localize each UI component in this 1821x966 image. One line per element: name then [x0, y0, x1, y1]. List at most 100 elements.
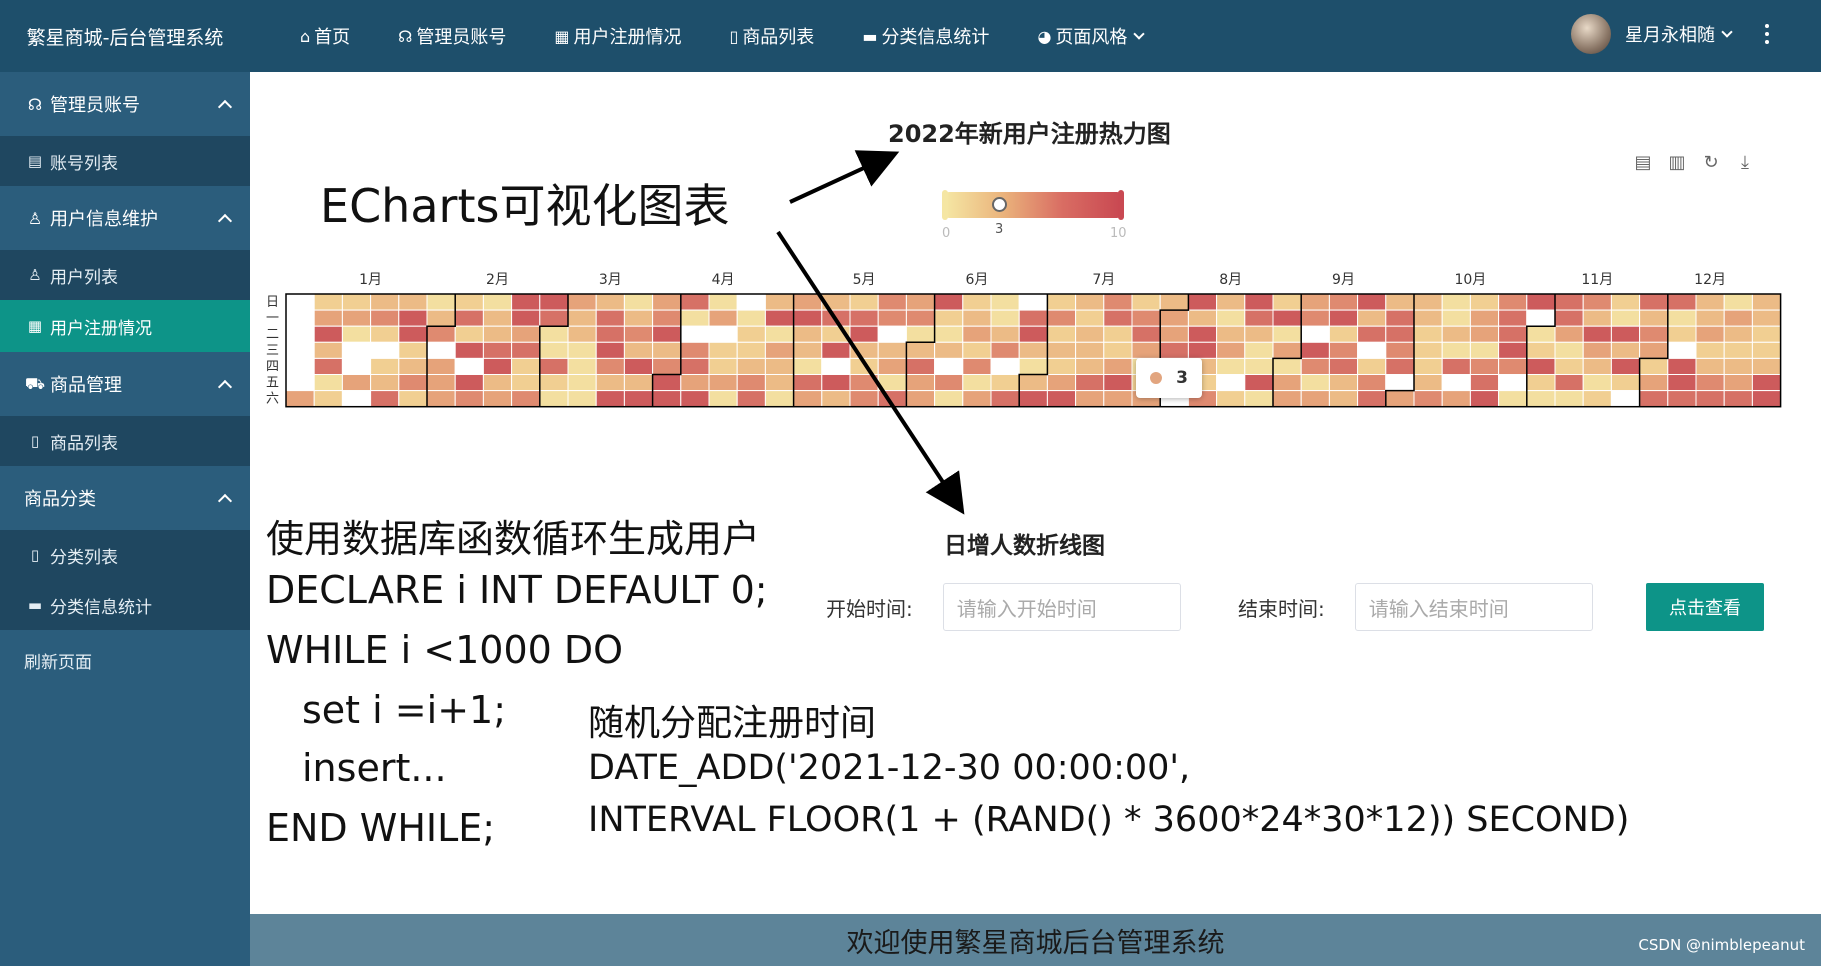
heatmap-cell [1469, 357, 1500, 376]
nav-style[interactable]: ◕ 页面风格 [1037, 23, 1146, 49]
sidebar-item-user-list[interactable]: ♙ 用户列表 [0, 250, 250, 300]
footer: 欢迎使用繁星商城后台管理系统 [250, 914, 1821, 966]
heatmap-cell [821, 293, 851, 311]
heatmap-cell [1695, 325, 1725, 343]
heatmap-cell [511, 357, 541, 376]
heatmap-cell [1300, 374, 1330, 392]
menu-head-products[interactable]: ⛟ 商品管理 [0, 352, 250, 416]
heatmap-cell [595, 293, 625, 311]
heatmap-cell [764, 325, 795, 343]
more-icon[interactable] [1765, 24, 1769, 48]
heatmap-cell [567, 309, 597, 327]
menu-head-label: 用户信息维护 [50, 209, 158, 230]
heatmap-cell [1610, 293, 1641, 311]
heatmap-cell [595, 325, 625, 343]
refresh-page-link[interactable]: 刷新页面 [0, 630, 250, 690]
weekday-label: 六 [266, 392, 279, 407]
nav-category-stats[interactable]: ▬ 分类信息统计 [862, 23, 989, 49]
heatmap-cell [511, 390, 541, 408]
heatmap-cell [1469, 341, 1500, 359]
heatmap-cell [849, 293, 879, 311]
heatmap-cell [934, 390, 964, 408]
heatmap-cell [1639, 357, 1669, 376]
heatmap-cell [1441, 341, 1471, 359]
sidebar-item-user-registration[interactable]: ▦ 用户注册情况 [0, 300, 250, 352]
heatmap-cell [1526, 374, 1556, 392]
heatmap-cell [708, 341, 738, 359]
visual-map[interactable]: 0 3 10 [940, 190, 1127, 250]
heatmap-cell [1216, 390, 1246, 408]
menu-head-category[interactable]: 商品分类 [0, 466, 250, 530]
sidebar-item-category-stats[interactable]: ▬ 分类信息统计 [0, 580, 250, 630]
heatmap-cell [1103, 293, 1133, 311]
nav-products[interactable]: ▯ 商品列表 [730, 23, 815, 49]
end-time-input[interactable]: 请输入结束时间 [1354, 583, 1593, 631]
heatmap-cell [1075, 357, 1105, 376]
watermark: CSDN @nimblepeanut [1638, 936, 1805, 954]
heatmap-cell [962, 390, 992, 408]
nav-registration[interactable]: ▦ 用户注册情况 [554, 23, 681, 49]
heatmap-cell [1046, 293, 1077, 311]
download-icon[interactable]: ⤓ [1734, 152, 1756, 174]
heatmap-cell [1751, 357, 1782, 376]
sidebar-item-label: 分类列表 [50, 547, 118, 568]
visual-map-min-label: 0 [942, 226, 951, 241]
heatmap-cell [595, 374, 625, 392]
visual-map-min-handle[interactable] [942, 190, 948, 220]
heatmap-cell [539, 374, 569, 392]
nav-admin[interactable]: ☊ 管理员账号 [398, 23, 506, 49]
view-button[interactable]: 点击查看 [1646, 583, 1764, 631]
menu-head-users[interactable]: ♙ 用户信息维护 [0, 186, 250, 250]
heatmap-cell [652, 309, 682, 327]
menu-head-admin[interactable]: ☊ 管理员账号 [0, 72, 250, 136]
heatmap-cell [1610, 390, 1641, 408]
heatmap-cell [482, 390, 513, 408]
weekday-label: 一 [266, 311, 279, 326]
heatmap-cell [511, 341, 541, 359]
heatmap-cell [623, 293, 654, 311]
heatmap-cell [623, 309, 654, 327]
heatmap-cell [1413, 325, 1443, 343]
heatmap-cell [764, 390, 795, 408]
heatmap-cell [370, 374, 400, 392]
heatmap-cell [1385, 293, 1415, 311]
heatmap-cell [990, 341, 1020, 359]
heatmap-cell [1328, 293, 1359, 311]
month-label: 3月 [599, 272, 622, 288]
sidebar-item-product-list[interactable]: ▯ 商品列表 [0, 416, 250, 466]
visual-map-indicator[interactable] [992, 197, 1007, 212]
heatmap-cell [1357, 325, 1387, 343]
heatmap-cell [1723, 374, 1753, 392]
heatmap-cell [539, 309, 569, 327]
file-icon: ▯ [30, 546, 40, 564]
heatmap-cell [1103, 341, 1133, 359]
data-view-icon[interactable]: ▤ [1632, 152, 1654, 174]
monitor-icon: ▬ [27, 596, 43, 614]
user-menu[interactable]: 星月永相随 [1571, 14, 1733, 54]
heatmap-cell [1328, 325, 1359, 343]
visual-map-max-handle[interactable] [1118, 190, 1124, 220]
heatmap-cell [426, 309, 456, 327]
heatmap-cell [680, 341, 710, 359]
heatmap-cell [1667, 357, 1697, 376]
heatmap-cell [1554, 374, 1584, 392]
sidebar-item-category-list[interactable]: ▯ 分类列表 [0, 530, 250, 580]
heatmap-cell [793, 357, 823, 376]
visual-map-value-label: 3 [995, 222, 1004, 237]
code-line: END WHILE; [266, 806, 496, 850]
refresh-icon[interactable]: ↻ [1700, 152, 1722, 174]
heatmap-cell [398, 357, 428, 376]
heatmap-cell [1103, 390, 1133, 408]
month-label: 7月 [1092, 272, 1115, 288]
sidebar-item-account-list[interactable]: ▤ 账号列表 [0, 136, 250, 186]
echarts-annotation: ECharts可视化图表 [320, 179, 730, 233]
heatmap-cell [1695, 390, 1725, 408]
chevron-up-icon [217, 493, 233, 509]
heatmap-cell [849, 325, 879, 343]
nav-home[interactable]: ⌂ 首页 [300, 23, 350, 49]
heatmap-cell [370, 325, 400, 343]
bar-chart-icon[interactable]: ▥ [1666, 152, 1688, 174]
heatmap-cell [454, 309, 484, 327]
heatmap-cell [511, 309, 541, 327]
start-time-input[interactable]: 请输入开始时间 [942, 583, 1181, 631]
